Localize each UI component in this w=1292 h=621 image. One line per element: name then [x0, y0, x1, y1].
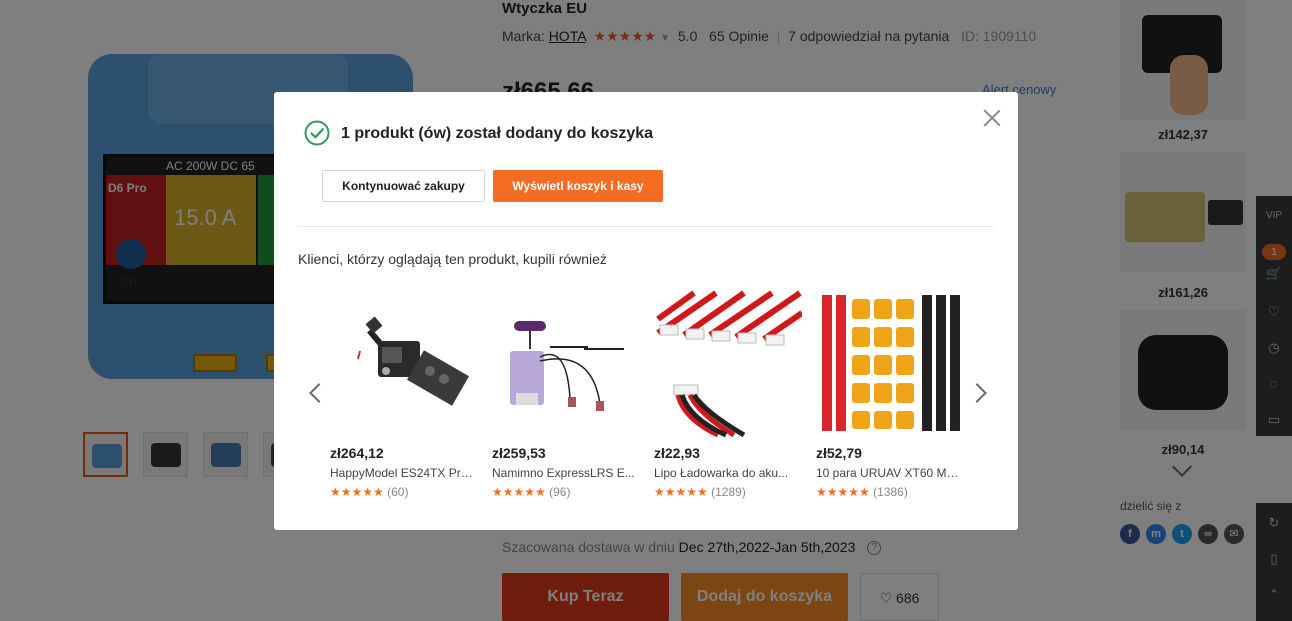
review-count: (60) — [387, 485, 409, 499]
carousel-next-icon[interactable] — [967, 383, 987, 403]
product-card[interactable]: zł264,12 HappyModel ES24TX Pro... ★★★★★ … — [330, 289, 478, 504]
review-count: (1289) — [711, 485, 746, 499]
product-image — [330, 289, 478, 437]
product-name[interactable]: HappyModel ES24TX Pro... — [330, 466, 475, 480]
product-image — [816, 289, 964, 437]
carousel-prev-icon[interactable] — [309, 383, 329, 403]
close-icon[interactable] — [982, 108, 1002, 128]
view-cart-button[interactable]: Wyświetl koszyk i kasy — [493, 170, 663, 202]
product-rating: ★★★★★ (96) — [492, 485, 570, 499]
modal-title: 1 produkt (ów) został dodany do koszyka — [341, 125, 654, 142]
product-image — [492, 289, 640, 437]
product-card[interactable]: zł259,53 Namimno ExpressLRS E... ★★★★★ (… — [492, 289, 640, 504]
divider — [298, 226, 994, 227]
product-card[interactable]: zł52,79 10 para URUAV XT60 Mę... ★★★★★ (… — [816, 289, 964, 504]
product-rating: ★★★★★ (1289) — [654, 485, 746, 499]
product-name[interactable]: 10 para URUAV XT60 Mę... — [816, 466, 961, 480]
rating-stars: ★★★★★ — [492, 485, 546, 499]
rating-stars: ★★★★★ — [816, 485, 870, 499]
review-count: (1386) — [873, 485, 908, 499]
product-price: zł264,12 — [330, 445, 384, 461]
also-bought-heading: Klienci, którzy oglądają ten produkt, ku… — [298, 251, 607, 267]
success-check-icon — [304, 120, 330, 146]
product-rating: ★★★★★ (1386) — [816, 485, 908, 499]
rating-stars: ★★★★★ — [330, 485, 384, 499]
product-name[interactable]: Namimno ExpressLRS E... — [492, 466, 637, 480]
rating-stars: ★★★★★ — [654, 485, 708, 499]
continue-shopping-button[interactable]: Kontynuować zakupy — [322, 170, 485, 202]
product-image — [654, 289, 802, 437]
product-name[interactable]: Lipo Ładowarka do aku... — [654, 466, 799, 480]
product-price: zł52,79 — [816, 445, 862, 461]
product-price: zł22,93 — [654, 445, 700, 461]
product-card[interactable]: zł22,93 Lipo Ładowarka do aku... ★★★★★ (… — [654, 289, 802, 504]
added-to-cart-modal: 1 produkt (ów) został dodany do koszyka … — [274, 92, 1018, 530]
product-price: zł259,53 — [492, 445, 546, 461]
product-rating: ★★★★★ (60) — [330, 485, 408, 499]
review-count: (96) — [549, 485, 571, 499]
